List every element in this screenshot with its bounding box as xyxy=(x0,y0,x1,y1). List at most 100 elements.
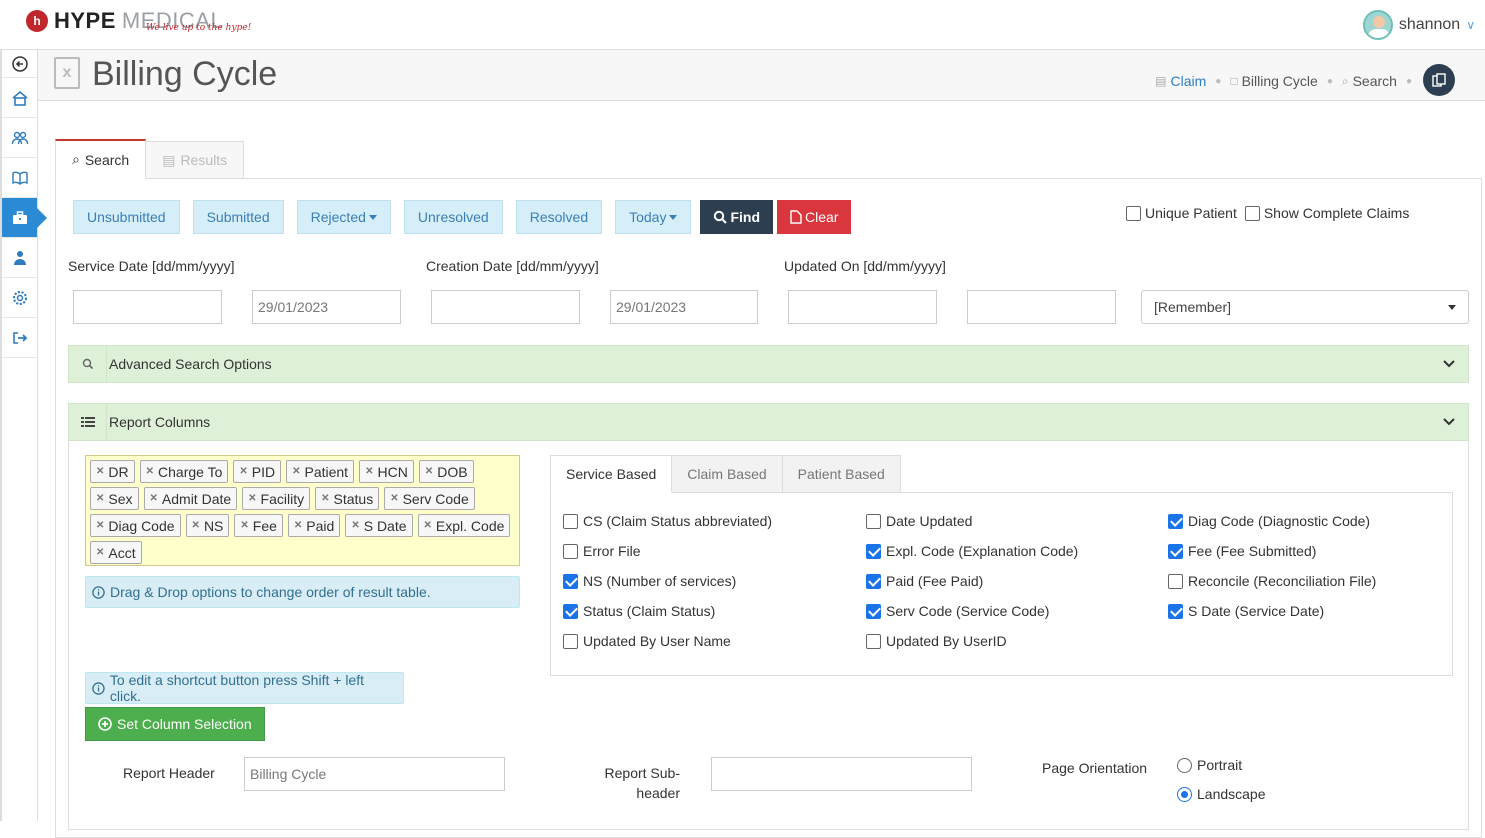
checkbox-box[interactable] xyxy=(1168,603,1183,619)
landscape-radio[interactable]: Landscape xyxy=(1177,786,1266,802)
tab-results[interactable]: ▤ Results xyxy=(146,141,245,179)
creation-date-to-input[interactable]: 29/01/2023 xyxy=(610,290,758,324)
remember-select[interactable]: [Remember] xyxy=(1141,290,1469,324)
updated-on-from-input[interactable] xyxy=(788,290,937,324)
radio-circle[interactable] xyxy=(1177,757,1192,773)
column-option-checkbox[interactable]: Error File xyxy=(563,543,641,559)
copy-button[interactable] xyxy=(1423,64,1455,96)
column-chip[interactable]: ✕ Facility xyxy=(242,487,311,510)
checkbox-box[interactable] xyxy=(866,633,881,649)
sidebar-item-settings[interactable] xyxy=(2,278,37,318)
unsubmitted-button[interactable]: Unsubmitted xyxy=(73,200,180,234)
column-option-checkbox[interactable]: Serv Code (Service Code) xyxy=(866,603,1049,619)
sidebar-item-reference[interactable] xyxy=(2,158,37,198)
remove-icon[interactable]: ✕ xyxy=(150,493,158,504)
checkbox-box[interactable] xyxy=(563,543,578,559)
column-option-checkbox[interactable]: Date Updated xyxy=(866,513,972,529)
tab-service-based[interactable]: Service Based xyxy=(550,455,673,493)
column-chip[interactable]: ✕ S Date xyxy=(345,514,413,537)
column-chip[interactable]: ✕ Admit Date xyxy=(143,487,238,510)
column-option-checkbox[interactable]: Status (Claim Status) xyxy=(563,603,715,619)
remove-icon[interactable]: ✕ xyxy=(96,520,104,531)
remove-icon[interactable]: ✕ xyxy=(96,466,104,477)
tab-claim-based[interactable]: Claim Based xyxy=(672,455,783,493)
find-button[interactable]: Find xyxy=(700,200,774,234)
sidebar-item-billing[interactable] xyxy=(2,198,47,238)
user-menu[interactable]: shannon ∨ xyxy=(1362,10,1475,40)
column-chip[interactable]: ✕ Serv Code xyxy=(384,487,475,510)
remove-icon[interactable]: ✕ xyxy=(146,466,154,477)
column-option-checkbox[interactable]: Diag Code (Diagnostic Code) xyxy=(1168,513,1370,529)
remove-icon[interactable]: ✕ xyxy=(248,493,256,504)
column-chip[interactable]: ✕ PID xyxy=(233,460,282,483)
column-option-checkbox[interactable]: NS (Number of services) xyxy=(563,573,736,589)
breadcrumb-billing-cycle[interactable]: □ Billing Cycle xyxy=(1230,73,1318,89)
updated-on-to-input[interactable] xyxy=(967,290,1116,324)
set-column-selection-button[interactable]: Set Column Selection xyxy=(85,707,265,741)
checkbox-box[interactable] xyxy=(866,603,881,619)
column-chip[interactable]: ✕ HCN xyxy=(359,460,414,483)
remove-icon[interactable]: ✕ xyxy=(294,520,302,531)
column-chip[interactable]: ✕ Diag Code xyxy=(90,514,181,537)
column-chip[interactable]: ✕ Paid xyxy=(287,514,341,537)
resolved-button[interactable]: Resolved xyxy=(515,200,603,234)
show-complete-claims-checkbox[interactable]: Show Complete Claims xyxy=(1244,205,1409,221)
checkbox-box[interactable] xyxy=(1168,513,1183,529)
submitted-button[interactable]: Submitted xyxy=(192,200,284,234)
rejected-dropdown-button[interactable]: Rejected xyxy=(296,200,391,234)
remove-icon[interactable]: ✕ xyxy=(365,466,373,477)
app-logo[interactable]: h HYPE MEDICAL We live up to the hype! xyxy=(26,6,251,36)
column-option-checkbox[interactable]: Fee (Fee Submitted) xyxy=(1168,543,1316,559)
remove-icon[interactable]: ✕ xyxy=(425,466,433,477)
sidebar-item-logout[interactable] xyxy=(2,318,37,358)
remove-icon[interactable]: ✕ xyxy=(292,466,300,477)
breadcrumb-claim[interactable]: ▤ Claim xyxy=(1155,73,1206,89)
remove-icon[interactable]: ✕ xyxy=(321,493,329,504)
checkbox-box[interactable] xyxy=(866,573,881,589)
remove-icon[interactable]: ✕ xyxy=(239,466,247,477)
column-chip[interactable]: ✕ NS xyxy=(185,514,230,537)
checkbox-box[interactable] xyxy=(563,573,578,589)
sidebar-item-patients[interactable] xyxy=(2,118,37,158)
checkbox-box[interactable] xyxy=(563,513,578,529)
report-subheader-input[interactable] xyxy=(711,757,972,791)
portrait-radio[interactable]: Portrait xyxy=(1177,757,1242,773)
column-chip[interactable]: ✕ DOB xyxy=(418,460,474,483)
remove-icon[interactable]: ✕ xyxy=(351,520,359,531)
checkbox-box[interactable] xyxy=(1126,205,1141,221)
column-option-checkbox[interactable]: CS (Claim Status abbreviated) xyxy=(563,513,772,529)
checkbox-box[interactable] xyxy=(866,543,881,559)
sidebar-item-doctors[interactable] xyxy=(2,238,37,278)
remove-icon[interactable]: ✕ xyxy=(240,520,248,531)
unique-patient-checkbox[interactable]: Unique Patient xyxy=(1126,205,1237,221)
remove-icon[interactable]: ✕ xyxy=(390,493,398,504)
remove-icon[interactable]: ✕ xyxy=(192,520,200,531)
checkbox-box[interactable] xyxy=(563,633,578,649)
advanced-search-accordion[interactable]: Advanced Search Options xyxy=(68,345,1469,383)
checkbox-box[interactable] xyxy=(866,513,881,529)
column-chip[interactable]: ✕ Status xyxy=(315,487,380,510)
today-dropdown-button[interactable]: Today xyxy=(615,200,692,234)
remove-icon[interactable]: ✕ xyxy=(96,493,104,504)
column-option-checkbox[interactable]: Reconcile (Reconciliation File) xyxy=(1168,573,1376,589)
clear-button[interactable]: Clear xyxy=(777,200,852,234)
column-chip[interactable]: ✕ Acct xyxy=(90,541,142,564)
checkbox-box[interactable] xyxy=(1244,205,1260,221)
column-chip[interactable]: ✕ Expl. Code xyxy=(417,514,511,537)
service-date-to-input[interactable]: 29/01/2023 xyxy=(252,290,401,324)
column-option-checkbox[interactable]: Updated By User Name xyxy=(563,633,731,649)
radio-circle[interactable] xyxy=(1177,786,1192,802)
column-option-checkbox[interactable]: S Date (Service Date) xyxy=(1168,603,1324,619)
column-option-checkbox[interactable]: Paid (Fee Paid) xyxy=(866,573,983,589)
column-chip[interactable]: ✕ DR xyxy=(90,460,135,483)
report-header-input[interactable]: Billing Cycle xyxy=(244,757,505,791)
column-chip[interactable]: ✕ Patient xyxy=(286,460,355,483)
breadcrumb-search[interactable]: ⌕ Search xyxy=(1342,73,1397,89)
remove-icon[interactable]: ✕ xyxy=(424,520,432,531)
tab-patient-based[interactable]: Patient Based xyxy=(782,455,901,493)
sidebar-item-dashboard[interactable] xyxy=(2,78,37,118)
service-date-from-input[interactable] xyxy=(73,290,222,324)
checkbox-box[interactable] xyxy=(1168,543,1183,559)
sidebar-collapse-button[interactable] xyxy=(2,50,37,78)
checkbox-box[interactable] xyxy=(563,603,578,619)
